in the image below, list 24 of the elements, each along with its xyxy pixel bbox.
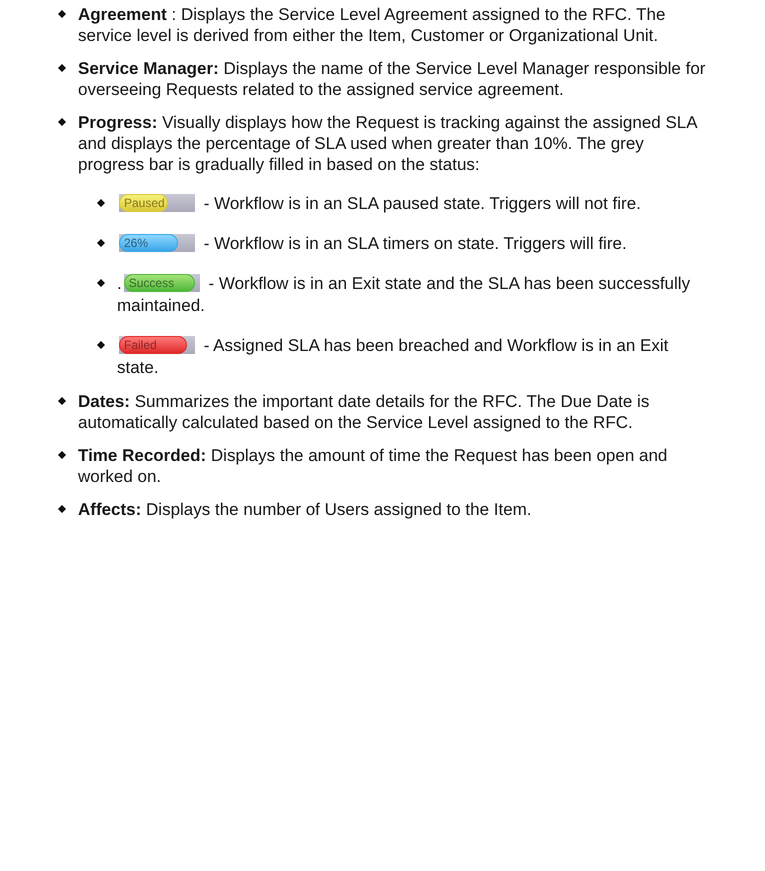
bullet-icon (58, 505, 66, 513)
status-description: 26% - Workflow is in an SLA timers on state. Triggers will fire. (117, 233, 707, 255)
bullet-icon (58, 397, 66, 405)
description-text: Agreement : Displays the Service Level Agreement assigned to the RFC. The service level is derived from either the Item, Customer or Organizational Unit. (78, 4, 666, 46)
description-text: Dates: Summarizes the important date details for the RFC. The Due Date is automatically calculated based on the Service Level assigned to the RFC. (78, 391, 650, 433)
description-text: Affects: Displays the number of Users assigned to the Item. (78, 499, 533, 520)
status-description: . Success - Workflow is in an Exit state and the SLA has been successfully maintained. (117, 273, 692, 317)
bullet-icon (97, 199, 105, 207)
description-text: Time Recorded: Displays the amount of time the Request has been open and worked on. (78, 445, 668, 487)
bullet-icon (97, 239, 105, 247)
status-description: Failed - Assigned SLA has been breached and Workflow is in an Exit state. (117, 335, 670, 379)
bullet-icon (58, 10, 66, 18)
bullet-icon (58, 64, 66, 72)
bullet-icon (58, 451, 66, 459)
status-label: Paused (124, 195, 165, 211)
status-description: Paused - Workflow is in an SLA paused state. Triggers will not fire. (117, 193, 707, 215)
bullet-icon (58, 118, 66, 126)
bullet-icon (97, 279, 105, 287)
status-label: 26% (124, 235, 148, 251)
description-text: Service Manager: Displays the name of the Service Level Manager responsible for overseeing Requests related to the assigned service agreement. (78, 58, 706, 100)
status-label: Failed (124, 337, 157, 353)
status-label: Success (128, 275, 174, 291)
description-text: Progress: Visually displays how the Request is tracking against the assigned SLA and displays the percentage of SLA used when greater than 10%. The grey progress bar is gradually filled in based on the status: (78, 112, 698, 175)
bullet-icon (97, 341, 105, 349)
